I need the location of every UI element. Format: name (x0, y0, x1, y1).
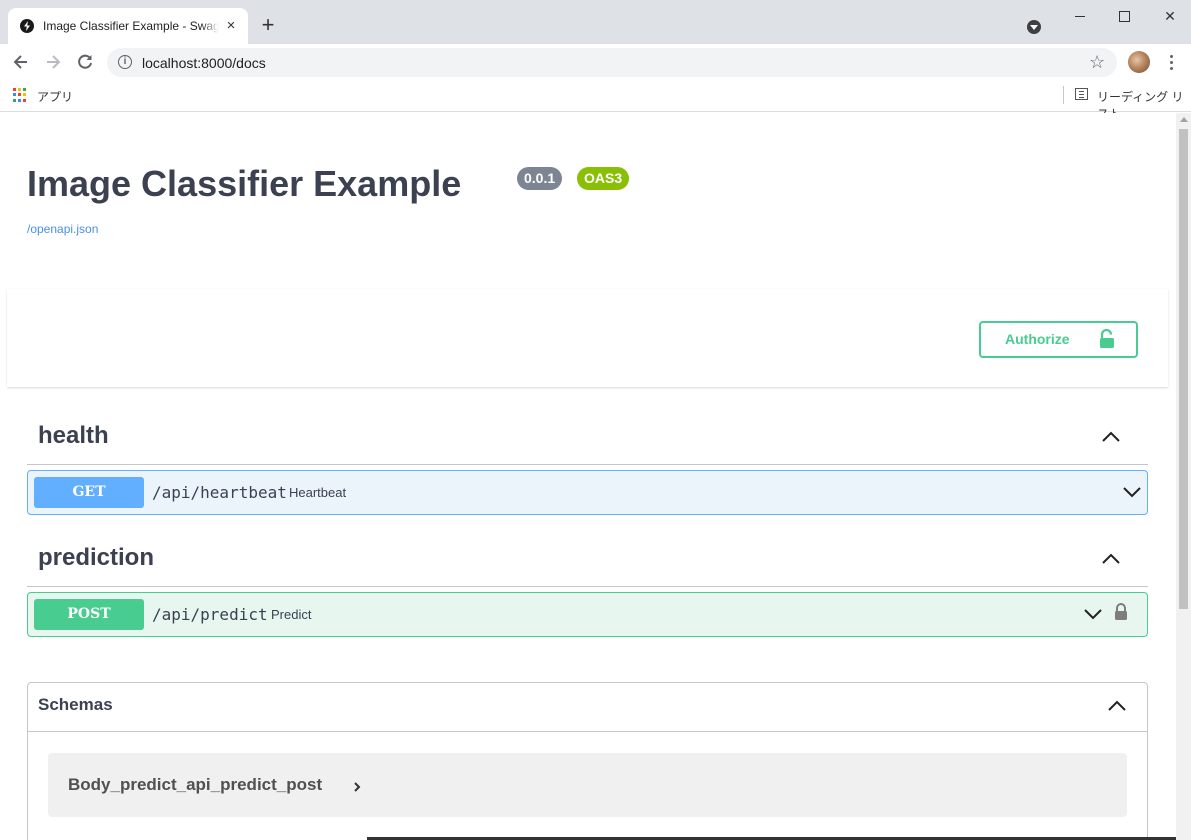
operation-summary: Predict (271, 607, 312, 622)
chevron-down-icon[interactable] (1083, 607, 1103, 625)
schemas-header[interactable]: Schemas (28, 683, 1147, 732)
operation-summary: Heartbeat (289, 485, 347, 500)
reload-button[interactable] (75, 52, 95, 72)
operation-get-heartbeat[interactable]: GET /api/heartbeat Heartbeat (27, 470, 1148, 515)
locked-icon[interactable] (1114, 603, 1128, 626)
scrollbar-thumb[interactable] (1179, 129, 1188, 609)
back-button[interactable] (11, 52, 31, 72)
api-title: Image Classifier Example (27, 163, 462, 204)
oas-badge: OAS3 (577, 167, 630, 190)
browser-toolbar: i localhost:8000/docs ☆ (0, 44, 1191, 80)
version-badge: 0.0.1 (517, 167, 563, 190)
chevron-up-icon[interactable] (1101, 552, 1121, 570)
authorize-label: Authorize (1005, 331, 1070, 347)
new-tab-button[interactable]: + (258, 14, 278, 36)
tab-title: Image Classifier Example - Swagger UI (43, 19, 219, 33)
address-bar[interactable]: i localhost:8000/docs ☆ (107, 48, 1117, 77)
active-tab[interactable]: Image Classifier Example - Swagger UI × (8, 8, 248, 44)
tab-close-icon[interactable]: × (223, 18, 239, 34)
chevron-down-icon[interactable] (1122, 485, 1142, 503)
tag-section-health[interactable]: health (27, 414, 1148, 465)
scroll-up-arrow-icon[interactable] (1180, 117, 1188, 122)
browser-menu-icon[interactable] (1163, 51, 1179, 73)
schemas-title: Schemas (38, 695, 113, 714)
close-window-button[interactable]: ✕ (1155, 6, 1185, 26)
chevron-up-icon[interactable] (1101, 430, 1121, 448)
chevron-up-icon[interactable] (1107, 699, 1127, 717)
schema-model[interactable]: Body_predict_api_predict_post (48, 753, 1127, 817)
page-viewport: Image Classifier Example 0.0.1 OAS3 /ope… (0, 113, 1191, 840)
bookmarks-bar: アプリ リーディング リスト (0, 80, 1191, 121)
authorize-button[interactable]: Authorize (979, 321, 1138, 358)
scheme-container: Authorize (7, 289, 1168, 387)
maximize-button[interactable] (1109, 6, 1139, 26)
reading-list-icon[interactable] (1075, 88, 1088, 100)
tab-search-icon[interactable] (1027, 20, 1041, 34)
tab-strip: Image Classifier Example - Swagger UI × … (0, 0, 1191, 44)
site-info-icon[interactable]: i (118, 55, 132, 69)
swagger-favicon-icon (20, 19, 34, 33)
method-badge-post: POST (34, 599, 144, 630)
schema-model-name: Body_predict_api_predict_post (68, 775, 323, 794)
method-badge-get: GET (34, 477, 144, 508)
vertical-scrollbar[interactable] (1176, 113, 1191, 840)
tag-title: prediction (38, 544, 155, 571)
chevron-right-icon[interactable] (353, 780, 361, 798)
tag-title: health (38, 422, 109, 449)
minimize-button[interactable] (1065, 6, 1095, 26)
tag-section-prediction[interactable]: prediction (27, 536, 1148, 587)
bookmark-star-icon[interactable]: ☆ (1089, 52, 1105, 72)
openapi-json-link[interactable]: /openapi.json (27, 222, 98, 236)
forward-button[interactable] (43, 52, 63, 72)
operation-path: /api/heartbeat (152, 483, 287, 502)
apps-bookmark[interactable]: アプリ (37, 88, 73, 105)
schemas-section: Schemas Body_predict_api_predict_post (27, 682, 1148, 840)
operation-path: /api/predict (152, 605, 268, 624)
operation-post-predict[interactable]: POST /api/predict Predict (27, 592, 1148, 637)
bookmarks-divider (1063, 86, 1064, 104)
url-text[interactable]: localhost:8000/docs (142, 55, 266, 71)
unlocked-icon (1099, 328, 1115, 354)
apps-grid-icon[interactable] (13, 88, 27, 102)
profile-avatar[interactable] (1128, 51, 1150, 73)
